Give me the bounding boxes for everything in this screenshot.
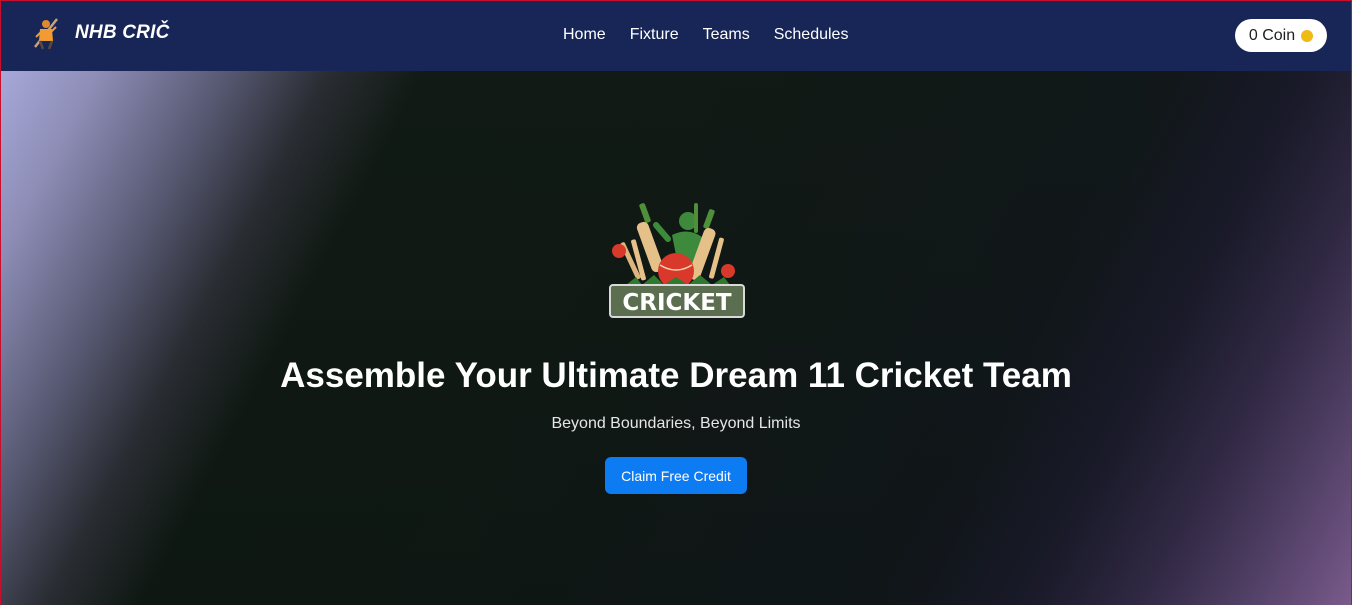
- cricket-emblem-text: CRICKET: [622, 290, 732, 316]
- hero-section: CRICKET Assemble Your Ultimate Dream 11 …: [1, 71, 1351, 605]
- cricket-player-logo-icon: [34, 18, 58, 50]
- coin-balance-button[interactable]: 0 Coin: [1235, 19, 1327, 52]
- nav-link-schedules[interactable]: Schedules: [774, 25, 849, 45]
- nav-link-home[interactable]: Home: [563, 25, 606, 45]
- hero-gradient-overlay: [1, 71, 1351, 605]
- top-navbar: NHB CRIČ Home Fixture Teams Schedules 0 …: [1, 1, 1351, 71]
- claim-free-credit-button[interactable]: Claim Free Credit: [605, 457, 747, 494]
- nav-link-teams[interactable]: Teams: [703, 25, 750, 45]
- coin-icon: [1301, 29, 1314, 42]
- cricket-emblem-icon: CRICKET: [609, 203, 745, 318]
- hero-subtitle: Beyond Boundaries, Beyond Limits: [551, 415, 801, 432]
- brand-home-link[interactable]: NHB CRIČ: [31, 15, 170, 51]
- brand-name: NHB CRIČ: [75, 22, 170, 43]
- hero-title: Assemble Your Ultimate Dream 11 Cricket …: [280, 356, 1072, 395]
- main-nav: Home Fixture Teams Schedules: [563, 25, 872, 45]
- nav-link-fixture[interactable]: Fixture: [630, 25, 679, 45]
- coin-balance-label: 0 Coin: [1248, 26, 1296, 44]
